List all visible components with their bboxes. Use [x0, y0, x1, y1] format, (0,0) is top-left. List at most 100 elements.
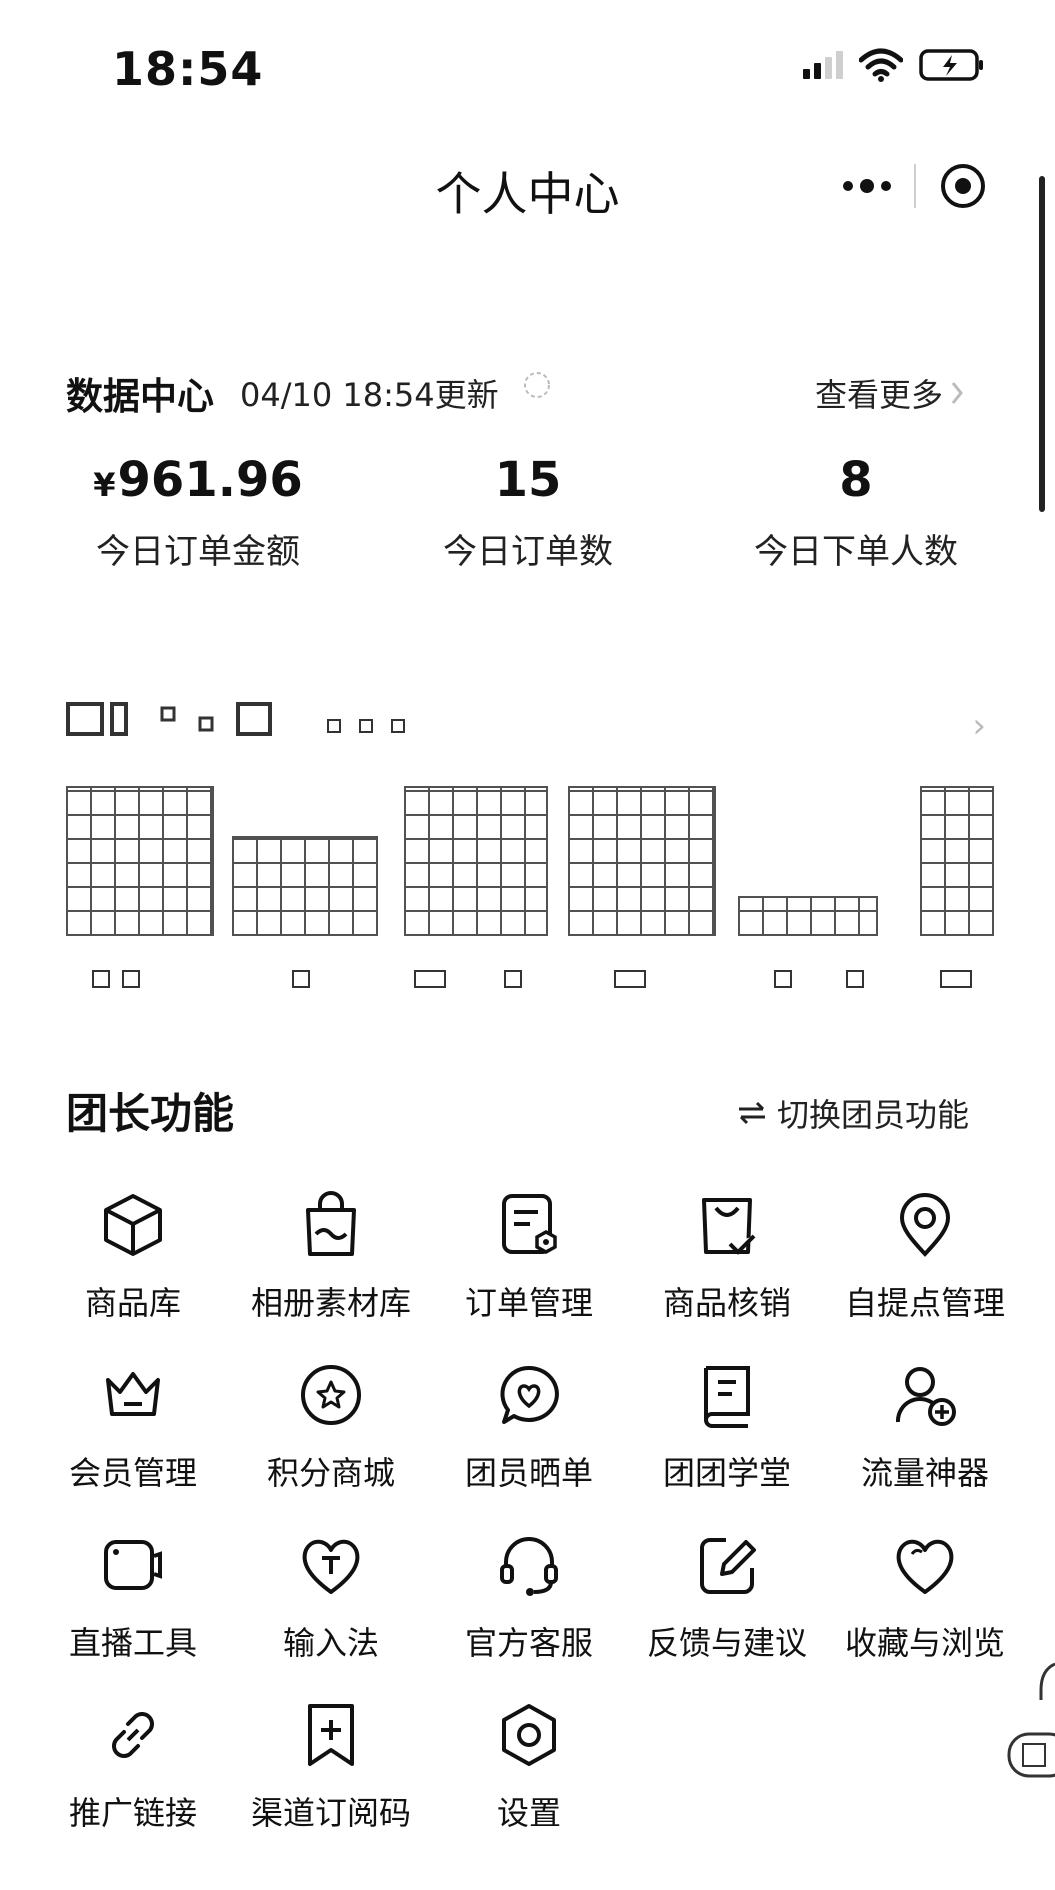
- function-item-traffic-tool[interactable]: 流量神器: [826, 1360, 1024, 1530]
- function-item-official-service[interactable]: 官方客服: [430, 1530, 628, 1700]
- data-center-updated-time: 04/10 18:54更新: [240, 376, 499, 414]
- promo-item[interactable]: [738, 786, 878, 988]
- function-label: 直播工具: [68, 1624, 197, 1662]
- function-item-album-library[interactable]: 相册素材库: [232, 1190, 430, 1360]
- data-center-section: 数据中心 04/10 18:54更新 查看更多 ¥961.96 今日订单金额 1…: [0, 360, 1055, 580]
- box-icon: [104, 1194, 162, 1256]
- stat-value: 8: [706, 452, 1006, 510]
- heart-t-icon: [302, 1539, 360, 1594]
- function-label: 输入法: [282, 1624, 379, 1662]
- leader-functions-title: 团长功能: [66, 1089, 235, 1138]
- close-button[interactable]: [916, 156, 1009, 216]
- promo-thumbnail: [404, 786, 548, 936]
- view-more-link[interactable]: 查看更多: [815, 370, 965, 416]
- function-label: 收藏与浏览: [844, 1624, 1005, 1662]
- status-time: 18:54: [112, 42, 264, 96]
- promo-thumbnail: [920, 786, 994, 936]
- stat-value: 15: [378, 452, 678, 510]
- promo-caption-placeholder: [92, 970, 140, 988]
- promo-title-placeholder-icon: [66, 702, 405, 736]
- stat-order-amount[interactable]: ¥961.96 今日订单金额: [48, 452, 348, 573]
- promo-section: ›: [66, 700, 996, 1000]
- page-header: 个人中心: [0, 140, 1055, 240]
- function-label: 渠道订阅码: [250, 1794, 411, 1832]
- more-dots-icon: [842, 179, 891, 193]
- function-item-input-method[interactable]: 输入法: [232, 1530, 430, 1700]
- promo-thumbnail: [738, 896, 878, 936]
- stat-currency: ¥: [93, 466, 116, 504]
- star-circle-icon: [301, 1365, 361, 1425]
- promo-item[interactable]: [404, 786, 554, 988]
- function-label: 商品核销: [662, 1284, 791, 1322]
- headset-icon: [500, 1537, 558, 1596]
- function-item-order-management[interactable]: 订单管理: [430, 1190, 628, 1360]
- data-center-title: 数据中心: [66, 375, 214, 418]
- user-add-icon: [895, 1367, 956, 1426]
- shopping-bag-icon: [306, 1191, 356, 1256]
- function-label: 积分商城: [266, 1454, 395, 1492]
- stat-number: 15: [494, 452, 562, 508]
- function-item-academy[interactable]: 团团学堂: [628, 1360, 826, 1530]
- promo-caption-placeholder: [292, 970, 310, 988]
- function-label: 流量神器: [860, 1454, 989, 1492]
- function-item-member-management[interactable]: 会员管理: [34, 1360, 232, 1530]
- promo-item[interactable]: [568, 786, 718, 988]
- function-label: 设置: [496, 1794, 561, 1832]
- function-label: 相册素材库: [250, 1284, 411, 1322]
- view-more-label: 查看更多: [814, 376, 943, 414]
- function-label: 自提点管理: [844, 1284, 1005, 1322]
- promo-caption-placeholder: [774, 970, 864, 988]
- function-item-favorites-history[interactable]: 收藏与浏览: [826, 1530, 1024, 1700]
- function-label: 反馈与建议: [646, 1624, 807, 1662]
- wifi-icon: [859, 48, 903, 82]
- target-close-icon: [940, 164, 985, 208]
- promo-thumbnail: [66, 786, 214, 936]
- floating-assistant-icon[interactable]: [1005, 1660, 1055, 1780]
- promo-arrow-icon[interactable]: ›: [972, 706, 986, 746]
- function-item-product-library[interactable]: 商品库: [34, 1190, 232, 1360]
- order-doc-icon: [502, 1194, 557, 1255]
- promo-caption-placeholder: [940, 970, 972, 988]
- function-item-feedback[interactable]: 反馈与建议: [628, 1530, 826, 1700]
- function-item-points-mall[interactable]: 积分商城: [232, 1360, 430, 1530]
- promo-items: [66, 786, 1006, 988]
- cellular-signal-icon: [803, 51, 843, 79]
- switch-member-functions-button[interactable]: 切换团员功能: [737, 1090, 969, 1136]
- bookmark-plus-icon: [308, 1704, 354, 1766]
- edit-icon: [700, 1538, 756, 1594]
- stat-number: 961.96: [117, 452, 303, 508]
- function-label: 团团学堂: [662, 1454, 791, 1492]
- function-item-product-writeoff[interactable]: 商品核销: [628, 1190, 826, 1360]
- status-bar: 18:54: [0, 0, 1055, 140]
- function-label: 会员管理: [68, 1454, 197, 1492]
- link-icon: [112, 1712, 154, 1758]
- function-item-channel-code[interactable]: 渠道订阅码: [232, 1700, 430, 1870]
- stat-order-count[interactable]: 15 今日订单数: [378, 452, 678, 573]
- function-item-pickup-point[interactable]: 自提点管理: [826, 1190, 1024, 1360]
- function-item-live-tools[interactable]: 直播工具: [34, 1530, 232, 1700]
- battery-charging-icon: [919, 49, 983, 81]
- function-item-member-showcase[interactable]: 团员晒单: [430, 1360, 628, 1530]
- promo-thumbnail: [568, 786, 716, 936]
- promo-item[interactable]: [920, 786, 996, 988]
- book-icon: [704, 1366, 750, 1428]
- stat-label: 今日订单数: [443, 532, 613, 572]
- settings-hex-icon: [502, 1704, 556, 1766]
- crown-icon: [106, 1372, 160, 1416]
- heart-icon: [896, 1539, 954, 1594]
- function-item-settings[interactable]: 设置: [430, 1700, 628, 1870]
- stat-buyer-count[interactable]: 8 今日下单人数: [706, 452, 1006, 573]
- stat-label: 今日下单人数: [754, 532, 958, 572]
- function-item-promo-link[interactable]: 推广链接: [34, 1700, 232, 1870]
- promo-thumbnail: [232, 836, 378, 936]
- more-button[interactable]: [819, 156, 914, 216]
- promo-item[interactable]: [66, 786, 216, 988]
- chevron-right-icon: [951, 382, 963, 404]
- promo-item[interactable]: [232, 786, 382, 988]
- function-grid: 商品库 相册素材库 订单管理 商品核销 自提点管理 会员管理 积分商城 团员晒单…: [34, 1190, 1024, 1890]
- function-label: 官方客服: [464, 1624, 593, 1662]
- mini-program-capsule: [819, 156, 1009, 216]
- stat-value: ¥961.96: [48, 452, 348, 510]
- camera-icon: [104, 1540, 162, 1590]
- switch-arrows-icon: [738, 1101, 765, 1125]
